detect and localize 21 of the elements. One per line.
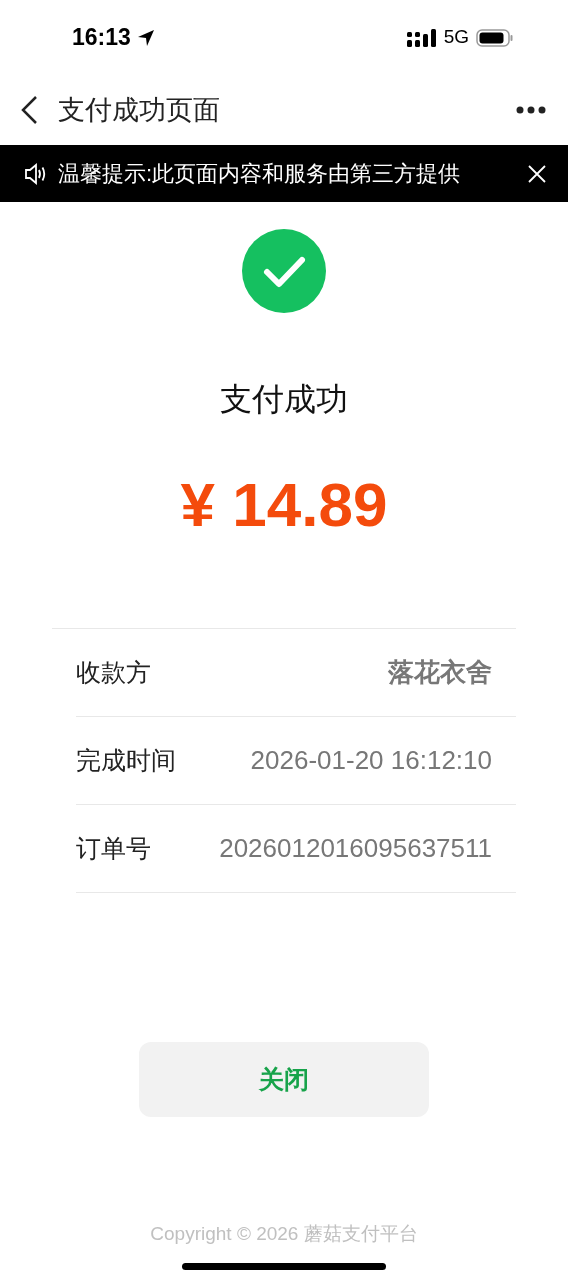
detail-value: 2026012016095637511 [219, 832, 492, 865]
close-icon[interactable] [528, 164, 546, 183]
result-title: 支付成功 [220, 380, 348, 419]
location-arrow-icon [136, 28, 155, 47]
copyright-text: Copyright © 2026 蘑菇支付平台 [150, 1222, 418, 1246]
amount-text: ¥ 14.89 [180, 469, 388, 541]
page-title: 支付成功页面 [58, 93, 220, 127]
speaker-icon [24, 162, 48, 185]
detail-label: 订单号 [76, 832, 151, 864]
status-time: 16:13 [72, 23, 131, 53]
detail-value: 2026-01-20 16:12:10 [250, 744, 492, 777]
signal-icon [406, 27, 437, 48]
close-button[interactable]: 关闭 [139, 1042, 429, 1117]
battery-icon [476, 27, 514, 48]
success-check-icon [242, 229, 326, 313]
notice-text: 温馨提示:此页面内容和服务由第三方提供 [58, 160, 461, 188]
detail-label: 收款方 [76, 656, 151, 688]
detail-value: 落花衣舍 [388, 656, 492, 689]
network-label: 5G [443, 25, 469, 50]
more-icon[interactable] [516, 105, 546, 115]
detail-label: 完成时间 [76, 744, 176, 776]
